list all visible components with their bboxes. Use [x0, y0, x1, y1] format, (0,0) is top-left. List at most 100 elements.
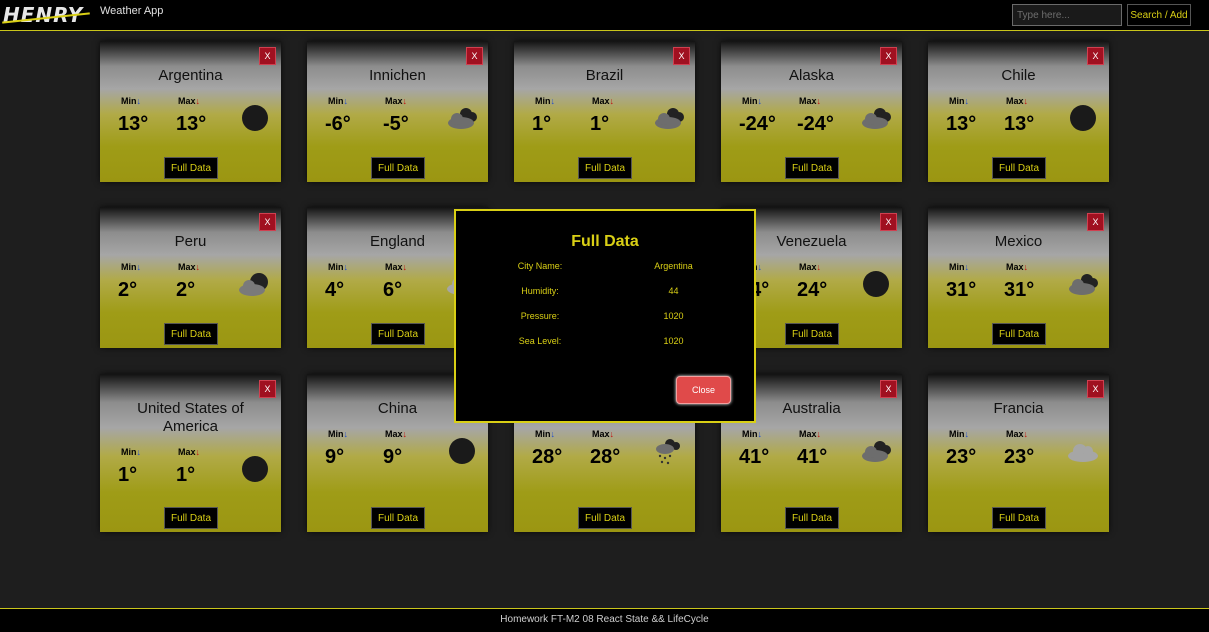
min-temp: 23°	[946, 446, 977, 468]
min-label: Min↓	[949, 429, 969, 439]
broken-clouds-icon	[445, 103, 479, 133]
snow-icon	[652, 436, 686, 466]
full-data-button[interactable]: Full Data	[164, 507, 218, 529]
full-data-button[interactable]: Full Data	[578, 507, 632, 529]
max-temp: 31°	[1004, 279, 1035, 301]
max-temp: -5°	[383, 113, 409, 135]
city-card: X Brazil Min↓ Max↓ 1° 1° Full Data	[514, 41, 695, 182]
remove-city-button[interactable]: X	[259, 380, 276, 398]
city-card: X United States of America Min↓ Max↓ 1° …	[100, 374, 281, 532]
max-label: Max↓	[178, 262, 201, 272]
footer: Homework FT-M2 08 React State && LifeCyc…	[0, 608, 1209, 632]
modal-value-pressure: 1020	[663, 311, 684, 321]
city-card: X Argentina Min↓ Max↓ 13° 13° Full Data	[100, 41, 281, 182]
remove-city-button[interactable]: X	[880, 47, 897, 65]
max-temp: -24°	[797, 113, 834, 135]
city-card: X Mexico Min↓ Max↓ 31° 31° Full Data	[928, 207, 1109, 348]
min-temp: -6°	[325, 113, 351, 135]
remove-city-button[interactable]: X	[880, 213, 897, 231]
moon-icon	[1066, 103, 1100, 133]
city-name: Chile	[1001, 67, 1036, 84]
min-temp: 13°	[118, 113, 149, 135]
min-temp: 2°	[118, 279, 138, 301]
max-temp: 24°	[797, 279, 828, 301]
full-data-button[interactable]: Full Data	[992, 507, 1046, 529]
min-label: Min↓	[121, 262, 141, 272]
full-data-button[interactable]: Full Data	[164, 323, 218, 345]
max-temp: 1°	[590, 113, 610, 135]
min-label: Min↓	[328, 262, 348, 272]
app-title: Weather App	[100, 5, 164, 17]
modal-title: Full Data	[571, 233, 639, 250]
moon-icon	[445, 436, 479, 466]
max-temp: 6°	[383, 279, 403, 301]
city-card: X Francia Min↓ Max↓ 23° 23° Full Data	[928, 374, 1109, 532]
modal-value-sea-level: 1020	[663, 336, 684, 346]
full-data-modal: Full Data City Name: Argentina Humidity:…	[454, 209, 756, 423]
broken-clouds-icon	[652, 103, 686, 133]
min-temp: 28°	[532, 446, 563, 468]
modal-value-humidity: 44	[668, 286, 679, 296]
city-card: X Innichen Min↓ Max↓ -6° -5° Full Data	[307, 41, 488, 182]
min-temp: 1°	[532, 113, 552, 135]
full-data-button[interactable]: Full Data	[785, 157, 839, 179]
remove-city-button[interactable]: X	[466, 47, 483, 65]
min-label: Min↓	[949, 96, 969, 106]
full-data-button[interactable]: Full Data	[992, 323, 1046, 345]
max-label: Max↓	[1006, 96, 1029, 106]
full-data-button[interactable]: Full Data	[371, 157, 425, 179]
min-temp: 31°	[946, 279, 977, 301]
full-data-button[interactable]: Full Data	[578, 157, 632, 179]
search-input[interactable]	[1012, 4, 1122, 26]
remove-city-button[interactable]: X	[673, 47, 690, 65]
max-temp: 28°	[590, 446, 621, 468]
max-label: Max↓	[592, 96, 615, 106]
min-label: Min↓	[949, 262, 969, 272]
modal-value-city: Argentina	[654, 261, 693, 271]
remove-city-button[interactable]: X	[1087, 380, 1104, 398]
max-label: Max↓	[385, 96, 408, 106]
remove-city-button[interactable]: X	[259, 47, 276, 65]
full-data-button[interactable]: Full Data	[164, 157, 218, 179]
city-name: Innichen	[369, 67, 426, 84]
max-temp: 13°	[1004, 113, 1035, 135]
full-data-button[interactable]: Full Data	[785, 323, 839, 345]
full-data-button[interactable]: Full Data	[992, 157, 1046, 179]
max-temp: 1°	[176, 464, 196, 486]
modal-close-button[interactable]: Close	[676, 376, 731, 404]
min-label: Min↓	[535, 96, 555, 106]
max-label: Max↓	[178, 96, 201, 106]
max-label: Max↓	[385, 429, 408, 439]
city-name: United States of America	[137, 400, 244, 435]
min-label: Min↓	[121, 447, 141, 457]
city-name: Alaska	[788, 67, 835, 84]
broken-clouds-icon	[1066, 269, 1100, 299]
min-temp: 4°	[325, 279, 345, 301]
max-temp: 9°	[383, 446, 403, 468]
remove-city-button[interactable]: X	[1087, 47, 1104, 65]
min-temp: -24°	[739, 113, 776, 135]
max-label: Max↓	[1006, 429, 1029, 439]
cloudy-night-icon	[238, 269, 272, 299]
max-temp: 41°	[797, 446, 828, 468]
max-label: Max↓	[799, 262, 822, 272]
full-data-button[interactable]: Full Data	[785, 507, 839, 529]
min-label: Min↓	[742, 429, 762, 439]
remove-city-button[interactable]: X	[880, 380, 897, 398]
search-add-button[interactable]: Search / Add	[1127, 4, 1191, 26]
remove-city-button[interactable]: X	[1087, 213, 1104, 231]
max-label: Max↓	[592, 429, 615, 439]
max-label: Max↓	[178, 447, 201, 457]
full-data-button[interactable]: Full Data	[371, 323, 425, 345]
min-temp: 13°	[946, 113, 977, 135]
full-data-button[interactable]: Full Data	[371, 507, 425, 529]
min-label: Min↓	[328, 429, 348, 439]
city-card: X Alaska Min↓ Max↓ -24° -24° Full Data	[721, 41, 902, 182]
min-temp: 1°	[118, 464, 138, 486]
broken-clouds-icon	[859, 103, 893, 133]
max-label: Max↓	[385, 262, 408, 272]
min-temp: 41°	[739, 446, 770, 468]
max-temp: 23°	[1004, 446, 1035, 468]
city-name: Francia	[993, 400, 1044, 417]
remove-city-button[interactable]: X	[259, 213, 276, 231]
